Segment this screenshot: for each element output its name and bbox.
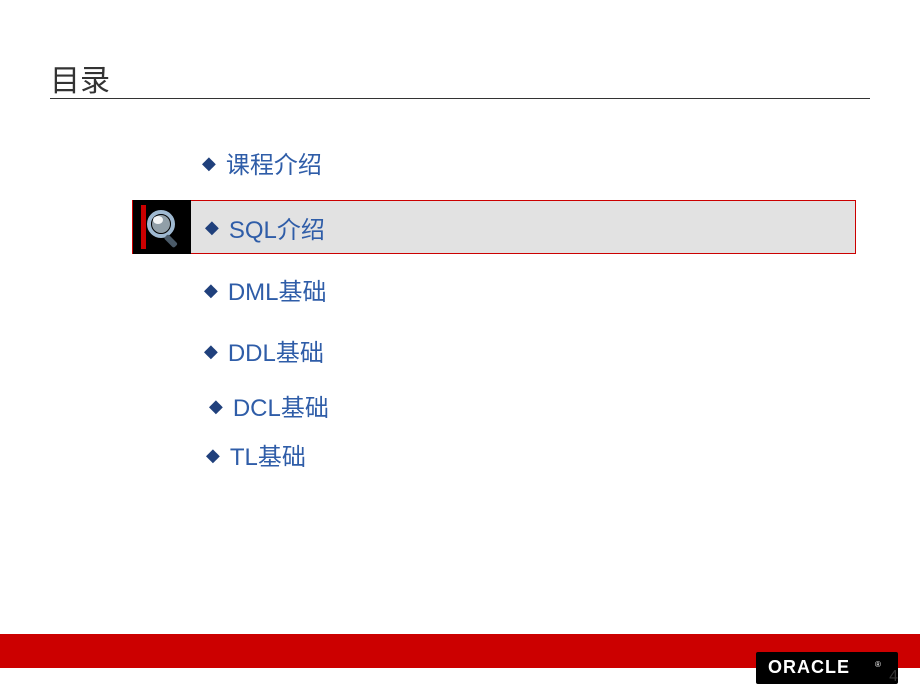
page-number: 4: [889, 668, 898, 686]
toc-item-label: TL基础: [230, 437, 306, 472]
toc-item-label: DML基础: [228, 272, 327, 307]
toc-item-sql-intro: ◆ SQL介绍: [132, 200, 856, 254]
toc-item-label: DCL基础: [233, 388, 329, 423]
toc-list: ◆ 课程介绍 ◆ SQL介绍 ◆ DML基础 ◆ DDL基础 ◆ DCL基础 ◆…: [132, 145, 856, 472]
toc-item-course-intro: ◆ 课程介绍: [132, 145, 856, 180]
title-divider: [50, 98, 870, 99]
bullet-icon: ◆: [209, 397, 223, 415]
bullet-icon: ◆: [205, 218, 219, 236]
bullet-icon: ◆: [204, 281, 218, 299]
toc-item-ddl: ◆ DDL基础: [132, 333, 856, 368]
page-title: 目录: [50, 56, 110, 100]
toc-item-label: 课程介绍: [226, 145, 322, 180]
toc-item-label: DDL基础: [228, 333, 324, 368]
bullet-icon: ◆: [206, 446, 220, 464]
toc-item-tl: ◆ TL基础: [132, 437, 856, 472]
oracle-logo: ORACLE ®: [756, 652, 898, 684]
bullet-icon: ◆: [202, 154, 216, 172]
svg-text:ORACLE: ORACLE: [768, 659, 850, 677]
bullet-icon: ◆: [204, 342, 218, 360]
toc-item-dcl: ◆ DCL基础: [132, 388, 856, 423]
toc-item-dml: ◆ DML基础: [132, 272, 856, 307]
toc-item-label: SQL介绍: [229, 210, 325, 245]
svg-text:®: ®: [875, 660, 881, 669]
magnifier-icon: [133, 200, 191, 254]
